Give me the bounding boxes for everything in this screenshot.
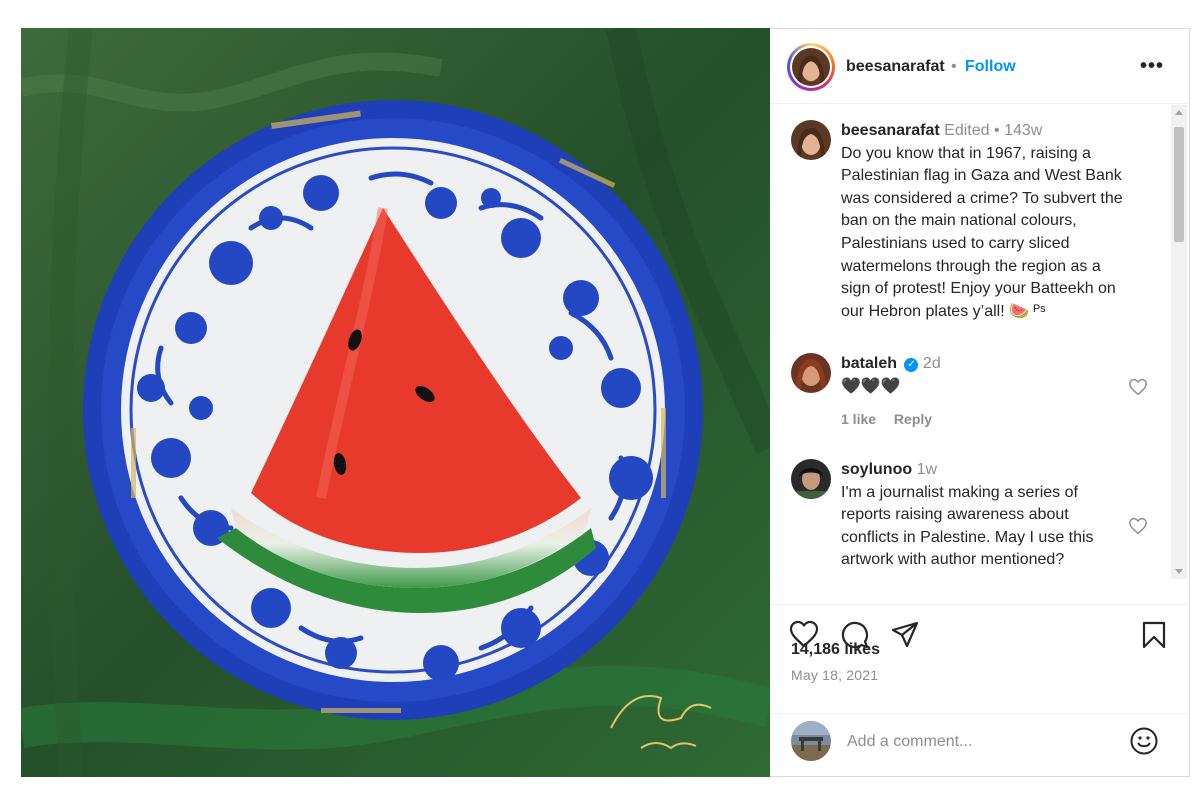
comment-actions: 1 like Reply	[841, 411, 946, 427]
post-details-panel: beesanarafat • Follow ••• beesanarafat E…	[770, 28, 1190, 777]
caption-line: Palestinians used to carry sliced	[841, 234, 1070, 252]
caption-line: ban on the main national colours,	[841, 212, 1077, 230]
edited-label: Edited	[944, 122, 990, 139]
comment-likes-count[interactable]: 1 like	[841, 411, 876, 427]
comment-line: reports raising awareness about	[841, 506, 1069, 524]
caption-line: Palestinian flag in Gaza and West Bank	[841, 167, 1122, 185]
caption-line: watermelons through the region as a	[841, 257, 1101, 275]
comments-list[interactable]: beesanarafat Edited • 143w Do you know t…	[770, 105, 1189, 605]
caption-username[interactable]: beesanarafat	[841, 122, 940, 139]
caption-line: Do you know that in 1967, raising a	[841, 144, 1091, 162]
comment-like-icon[interactable]	[1128, 378, 1148, 396]
separator-dot: •	[994, 122, 1000, 139]
post-header: beesanarafat • Follow •••	[770, 29, 1189, 104]
comment-time[interactable]: 2d	[923, 355, 941, 372]
comment-username[interactable]: bataleh	[841, 355, 897, 372]
scroll-down-arrow-icon[interactable]	[1175, 569, 1183, 574]
more-options-icon[interactable]: •••	[1140, 55, 1166, 79]
comment-input[interactable]	[847, 728, 1107, 756]
scrollbar[interactable]	[1171, 105, 1187, 579]
reply-button[interactable]: Reply	[894, 411, 932, 427]
comment-like-icon[interactable]	[1128, 517, 1148, 535]
watermelon-painting	[21, 28, 770, 777]
post-date[interactable]: May 18, 2021	[791, 667, 878, 683]
avatar-image	[792, 48, 830, 86]
caption-line: was considered a crime? To subvert the	[841, 189, 1123, 207]
comment-avatar[interactable]	[791, 353, 831, 393]
comment: bataleh ✓ 2d 🖤🖤🖤	[841, 353, 1156, 398]
caption-line: sign of protest! Enjoy your Batteekh on	[841, 280, 1116, 298]
author-avatar[interactable]	[787, 43, 835, 91]
scroll-up-arrow-icon[interactable]	[1175, 110, 1183, 115]
avatar-image	[791, 459, 831, 499]
send-icon[interactable]	[890, 620, 920, 650]
current-user-avatar	[791, 721, 831, 761]
caption: beesanarafat Edited • 143w Do you know t…	[841, 120, 1156, 323]
add-comment-bar	[770, 713, 1189, 777]
avatar-image	[791, 721, 831, 761]
scroll-thumb[interactable]	[1174, 127, 1184, 242]
comment-line: conflicts in Palestine. May I use this	[841, 528, 1094, 546]
caption-line: our Hebron plates y’all! 🍉 ᴾˢ	[841, 302, 1046, 320]
bookmark-icon[interactable]	[1139, 620, 1169, 650]
comment-line: artwork with author mentioned?	[841, 551, 1065, 569]
likes-count[interactable]: 14,186 likes	[791, 641, 880, 659]
comment: soylunoo 1w I'm a journalist making a se…	[841, 459, 1156, 572]
avatar-image	[791, 120, 831, 160]
post-image[interactable]	[21, 28, 770, 777]
follow-button[interactable]: Follow	[965, 58, 1016, 76]
comment-time[interactable]: 1w	[917, 461, 937, 478]
comment-avatar[interactable]	[791, 459, 831, 499]
caption-time[interactable]: 143w	[1004, 122, 1042, 139]
separator-dot: •	[951, 58, 957, 75]
caption-avatar[interactable]	[791, 120, 831, 160]
author-username[interactable]: beesanarafat	[846, 58, 945, 76]
smiley-icon[interactable]	[1129, 726, 1159, 756]
comment-text: 🖤🖤🖤	[841, 377, 901, 395]
verified-badge-icon: ✓	[904, 358, 919, 372]
comment-line: I'm a journalist making a series of	[841, 483, 1078, 501]
avatar-image	[791, 353, 831, 393]
comment-username[interactable]: soylunoo	[841, 461, 912, 478]
